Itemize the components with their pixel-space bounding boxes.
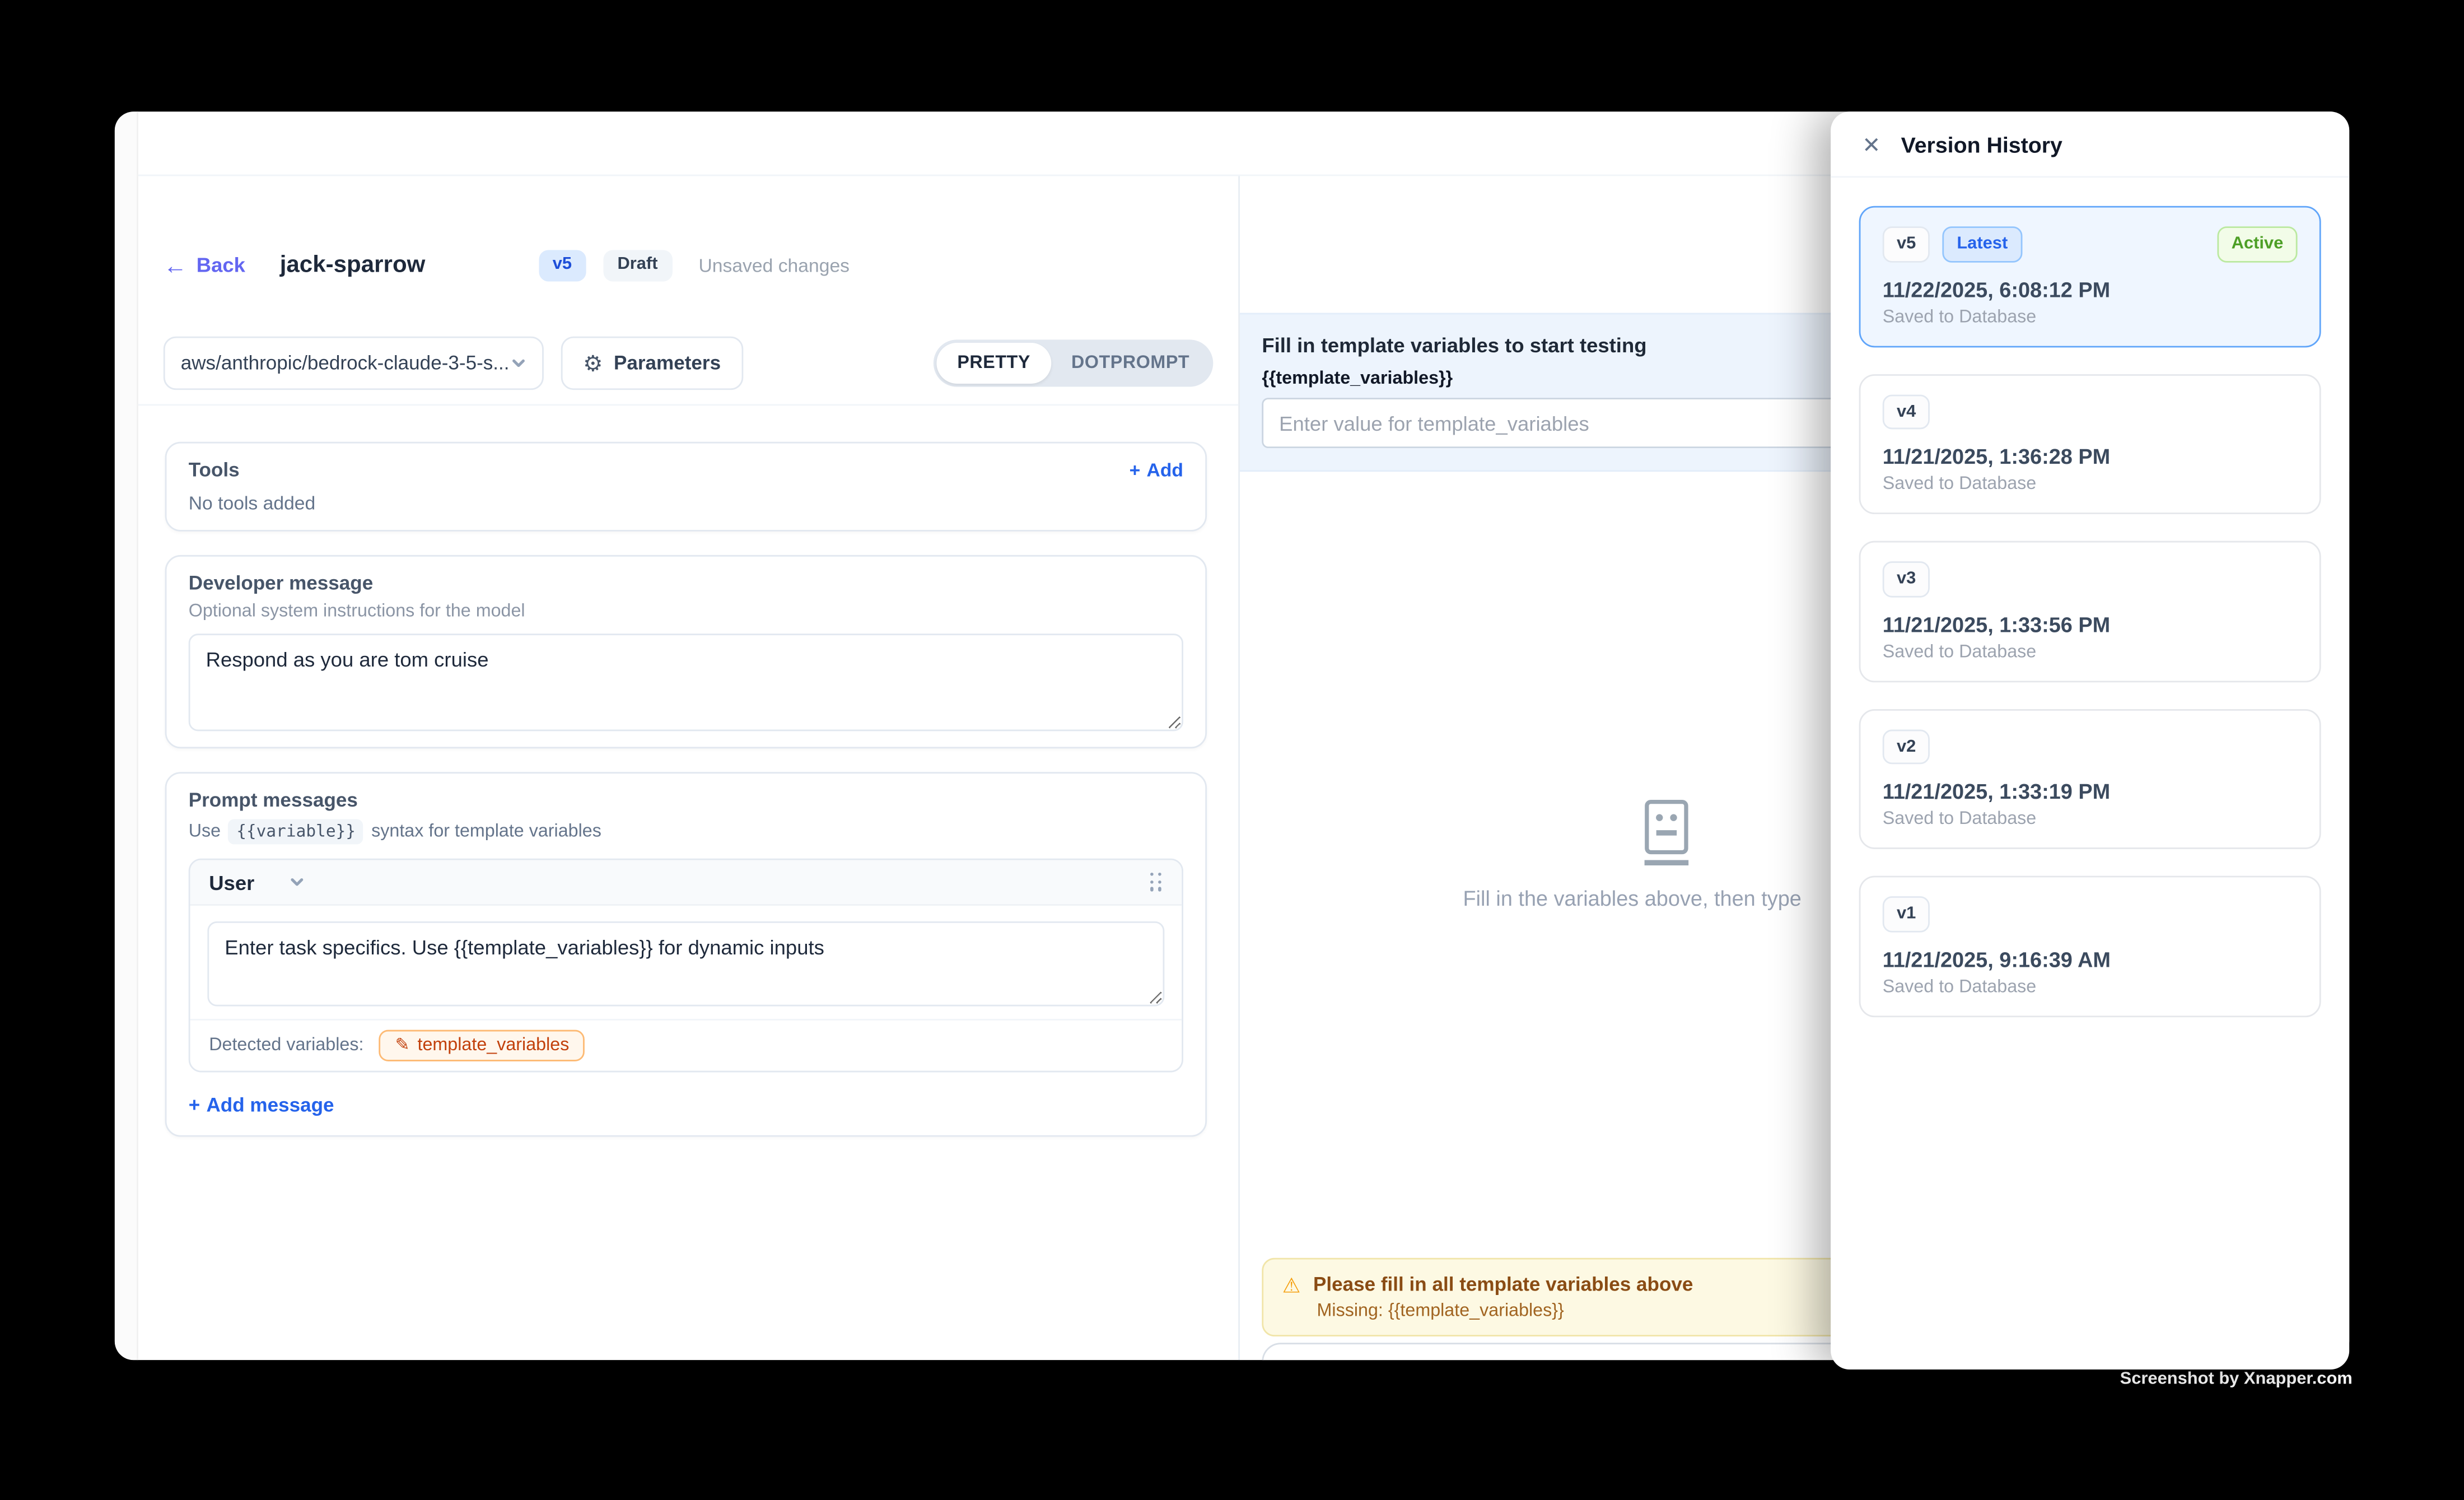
version-history-title: Version History [1901,131,2062,156]
message-input[interactable]: Enter task specifics. Use {{template_var… [207,921,1164,1007]
version-card[interactable]: v1 11/21/2025, 9:16:39 AM Saved to Datab… [1859,876,2321,1017]
add-message-button[interactable]: + Add message [189,1094,1183,1116]
gear-icon: ⚙ [583,352,603,374]
version-storage: Saved to Database [1883,475,2298,494]
version-card[interactable]: v3 11/21/2025, 1:33:56 PM Saved to Datab… [1859,541,2321,682]
version-list: v5 Latest Active 11/22/2025, 6:08:12 PM … [1831,178,2349,1017]
developer-message-title: Developer message [189,572,1183,594]
version-history-header: ✕ Version History [1831,111,2349,178]
robot-icon [1641,799,1697,868]
version-badge: v5 [538,250,586,281]
version-timestamp: 11/21/2025, 1:36:28 PM [1883,445,2298,468]
developer-message-card: Developer message Optional system instru… [165,555,1207,748]
version-number-badge: v1 [1883,896,1930,931]
message-header: User [190,860,1182,906]
template-syntax-hint: Use {{variable}} syntax for template var… [189,819,1183,845]
version-card[interactable]: v5 Latest Active 11/22/2025, 6:08:12 PM … [1859,206,2321,347]
version-storage: Saved to Database [1883,308,2298,327]
version-timestamp: 11/22/2025, 6:08:12 PM [1883,277,2298,301]
warning-icon: ⚠ [1282,1274,1301,1294]
latest-badge: Latest [1943,226,2022,262]
model-select[interactable]: aws/anthropic/bedrock-claude-3-5-s... [164,337,544,390]
back-button[interactable]: ← Back [164,249,245,283]
tools-title: Tools [189,459,240,481]
version-storage: Saved to Database [1883,642,2298,662]
plus-icon: + [189,1094,200,1116]
template-variable-chip[interactable]: ✎ template_variables [380,1030,585,1061]
drag-handle-icon[interactable] [1150,873,1163,892]
empty-state-text: Fill in the variables above, then type [1463,887,1801,910]
chevron-down-icon [511,355,526,371]
message-block: User Enter task specifics. Use {{templat… [189,859,1183,1073]
model-toolbar: aws/anthropic/bedrock-claude-3-5-s... ⚙ … [138,337,1238,406]
detected-variables-label: Detected variables: [209,1036,363,1055]
warning-title: Please fill in all template variables ab… [1313,1274,1693,1296]
version-number-badge: v3 [1883,561,1930,597]
back-label: Back [197,249,245,283]
prompt-editor-pane: ← Back jack-sparrow v5 Draft Unsaved cha… [138,176,1240,1360]
version-number-badge: v4 [1883,394,1930,429]
parameters-button[interactable]: ⚙ Parameters [561,337,743,390]
prompt-messages-card: Prompt messages Use {{variable}} syntax … [165,772,1207,1136]
back-arrow-icon: ← [164,254,187,277]
version-number-badge: v2 [1883,729,1930,764]
role-select-value: User [209,870,254,894]
toggle-dotprompt[interactable]: DOTPROMPT [1051,343,1210,384]
unsaved-changes-label: Unsaved changes [698,249,850,283]
active-badge: Active [2217,226,2297,262]
empty-state [1641,799,1697,876]
version-storage: Saved to Database [1883,810,2298,829]
variable-syntax-chip: {{variable}} [228,819,363,845]
version-timestamp: 11/21/2025, 1:33:56 PM [1883,612,2298,636]
chevron-down-icon [289,874,305,890]
plus-icon: + [1130,459,1141,481]
model-select-value: aws/anthropic/bedrock-claude-3-5-s... [181,352,511,374]
left-rail [115,111,138,1360]
status-badge: Draft [603,250,672,281]
version-timestamp: 11/21/2025, 1:33:19 PM [1883,780,2298,803]
version-storage: Saved to Database [1883,977,2298,996]
pencil-icon: ✎ [395,1037,410,1054]
version-card[interactable]: v4 11/21/2025, 1:36:28 PM Saved to Datab… [1859,374,2321,514]
version-timestamp: 11/21/2025, 9:16:39 AM [1883,947,2298,971]
tools-card: Tools + Add No tools added [165,442,1207,532]
breadcrumb: ← Back jack-sparrow v5 Draft Unsaved cha… [138,176,1238,283]
screenshot-stage: ← Back jack-sparrow v5 Draft Unsaved cha… [0,0,2464,1500]
close-icon[interactable]: ✕ [1862,133,1880,155]
detected-variables-row: Detected variables: ✎ template_variables [190,1019,1182,1071]
add-tool-button[interactable]: + Add [1130,459,1183,481]
view-mode-toggle: PRETTY DOTPROMPT [934,339,1213,386]
version-card[interactable]: v2 11/21/2025, 1:33:19 PM Saved to Datab… [1859,709,2321,849]
page-title: jack-sparrow [280,249,426,283]
toggle-pretty[interactable]: PRETTY [937,343,1051,384]
version-history-panel: ✕ Version History v5 Latest Active 11/22… [1831,111,2349,1369]
watermark: Screenshot by Xnapper.com [2120,1369,2353,1389]
developer-message-input[interactable]: Respond as you are tom cruise [189,633,1183,731]
role-select[interactable]: User [209,870,305,894]
developer-message-subtitle: Optional system instructions for the mod… [189,602,1183,621]
version-number-badge: v5 [1883,226,1930,262]
prompt-messages-title: Prompt messages [189,789,1183,811]
tools-empty-label: No tools added [189,492,1183,514]
